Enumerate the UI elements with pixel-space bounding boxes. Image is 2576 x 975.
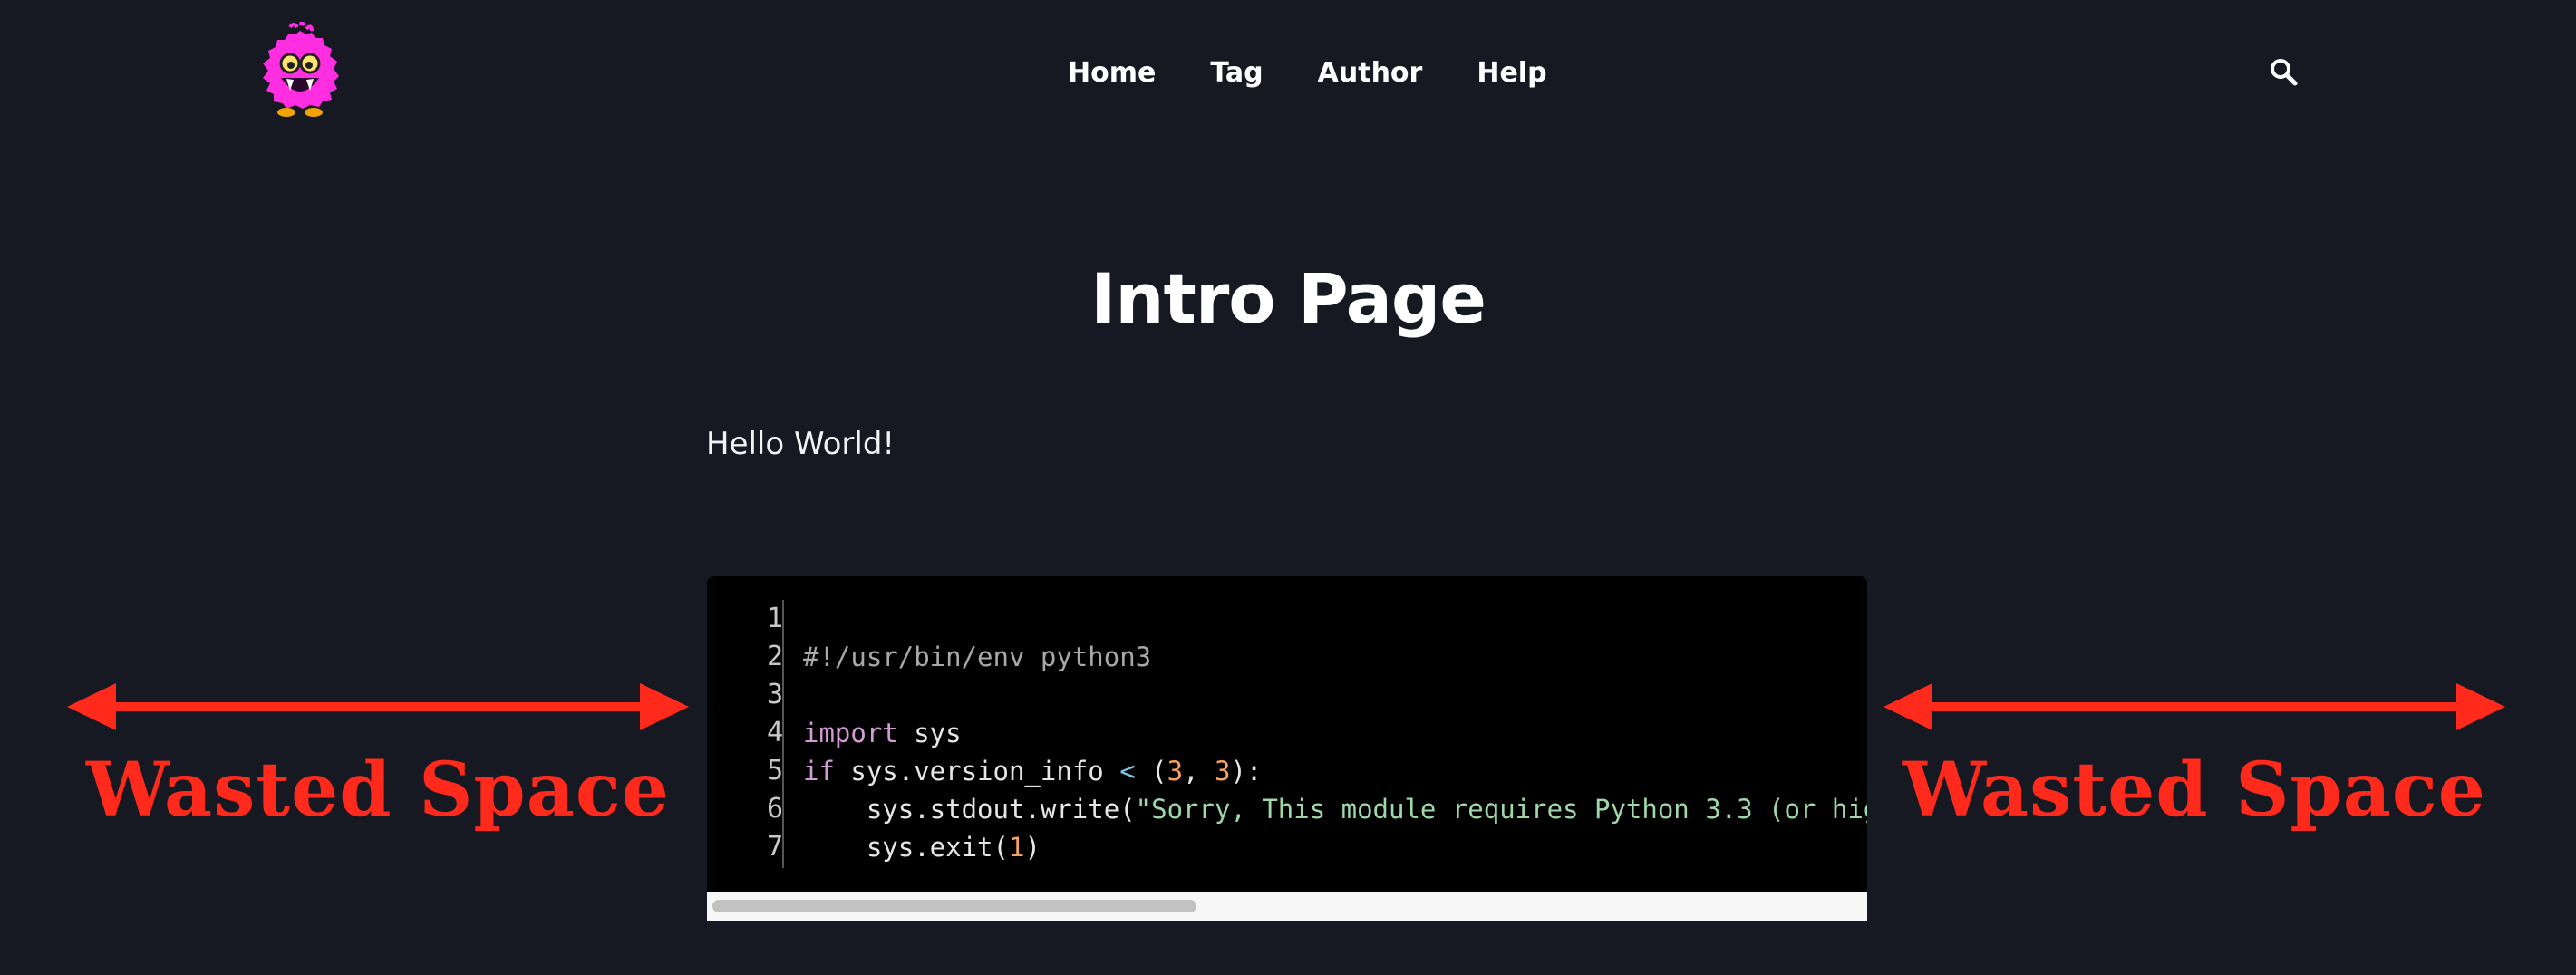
annotation-label: Wasted Space xyxy=(86,747,670,834)
code-token: sys xyxy=(897,718,962,748)
site-header: Home Tag Author Help xyxy=(0,0,2576,145)
code-token: "Sorry, This module requires Python 3.3 … xyxy=(1135,794,1867,825)
annotation-left: Wasted Space xyxy=(65,680,691,834)
annotation-label: Wasted Space xyxy=(1903,747,2486,834)
code-token: ): xyxy=(1230,756,1263,787)
code-lines: #!/usr/bin/env python3 import sys if sys.v… xyxy=(803,600,1867,866)
code-line: sys.stdout.write("Sorry, This module req… xyxy=(803,790,1867,828)
code-token: sys.exit( xyxy=(803,832,1009,863)
code-token: import xyxy=(803,718,898,748)
code-line: sys.exit(1) xyxy=(803,828,1867,866)
code-token: sys.version_info xyxy=(834,756,1120,787)
code-token: 1 xyxy=(1008,832,1025,863)
main-nav: Home Tag Author Help xyxy=(1068,51,1547,94)
nav-author[interactable]: Author xyxy=(1318,57,1423,89)
code-token: 3 xyxy=(1214,756,1231,787)
search-icon[interactable] xyxy=(2266,54,2302,91)
code-token: , xyxy=(1183,756,1215,787)
double-arrow-icon xyxy=(1884,683,2505,730)
line-number: 6 xyxy=(766,793,783,825)
line-number: 7 xyxy=(766,831,783,863)
code-line: if sys.version_info < (3, 3): xyxy=(803,752,1867,790)
monster-logo[interactable] xyxy=(259,22,341,123)
nav-tag[interactable]: Tag xyxy=(1210,57,1263,89)
double-arrow-icon xyxy=(67,683,689,730)
line-number: 1 xyxy=(766,603,783,634)
line-number: 5 xyxy=(766,755,783,787)
line-number-gutter: 1 2 3 4 5 6 7 xyxy=(707,600,783,866)
code-block[interactable]: 1 2 3 4 5 6 7 #!/usr/bin/env python3 impo… xyxy=(707,576,1867,921)
nav-help[interactable]: Help xyxy=(1477,57,1546,89)
page-title: Intro Page xyxy=(1090,258,1487,339)
code-token: #!/usr/bin/env python3 xyxy=(803,642,1152,672)
code-viewport: 1 2 3 4 5 6 7 #!/usr/bin/env python3 impo… xyxy=(707,600,1867,872)
code-token: ) xyxy=(1024,832,1041,863)
code-token: < xyxy=(1119,756,1136,787)
code-line: #!/usr/bin/env python3 xyxy=(803,638,1867,676)
intro-text: Hello World! xyxy=(706,426,896,462)
code-token: sys.stdout.write( xyxy=(803,794,1136,825)
gutter-divider xyxy=(782,600,784,868)
horizontal-scrollbar[interactable] xyxy=(707,892,1867,921)
line-number: 3 xyxy=(766,679,783,710)
nav-home[interactable]: Home xyxy=(1068,57,1156,89)
code-token: if xyxy=(803,756,835,787)
line-number: 4 xyxy=(766,717,783,748)
code-token: ( xyxy=(1135,756,1167,787)
line-number: 2 xyxy=(766,641,783,672)
scrollbar-thumb[interactable] xyxy=(712,900,1196,912)
code-token: 3 xyxy=(1167,756,1184,787)
code-line: import sys xyxy=(803,714,1867,752)
annotation-right: Wasted Space xyxy=(1882,680,2507,834)
